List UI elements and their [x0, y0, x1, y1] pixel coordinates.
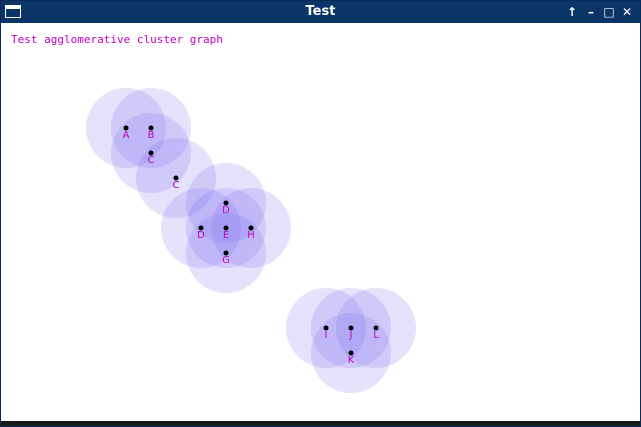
point-label: L: [373, 330, 379, 341]
point-label: E: [223, 230, 229, 241]
cluster-graph: A B C C D D E H G I J L K: [86, 88, 416, 393]
point-label: B: [148, 130, 155, 141]
point-label: A: [123, 130, 130, 141]
point-label: K: [348, 355, 355, 366]
app-window: Test ↑ – □ ✕ Test agglomerative cluster …: [0, 0, 641, 427]
point-label: H: [247, 230, 255, 241]
point-label: J: [349, 330, 353, 341]
point-label: I: [325, 330, 328, 341]
point-label: G: [222, 255, 230, 266]
point-label: D: [197, 230, 205, 241]
window-bottom-border: [1, 421, 640, 426]
point-label: C: [173, 180, 180, 191]
point-label: C: [148, 155, 155, 166]
point-label: D: [222, 205, 230, 216]
